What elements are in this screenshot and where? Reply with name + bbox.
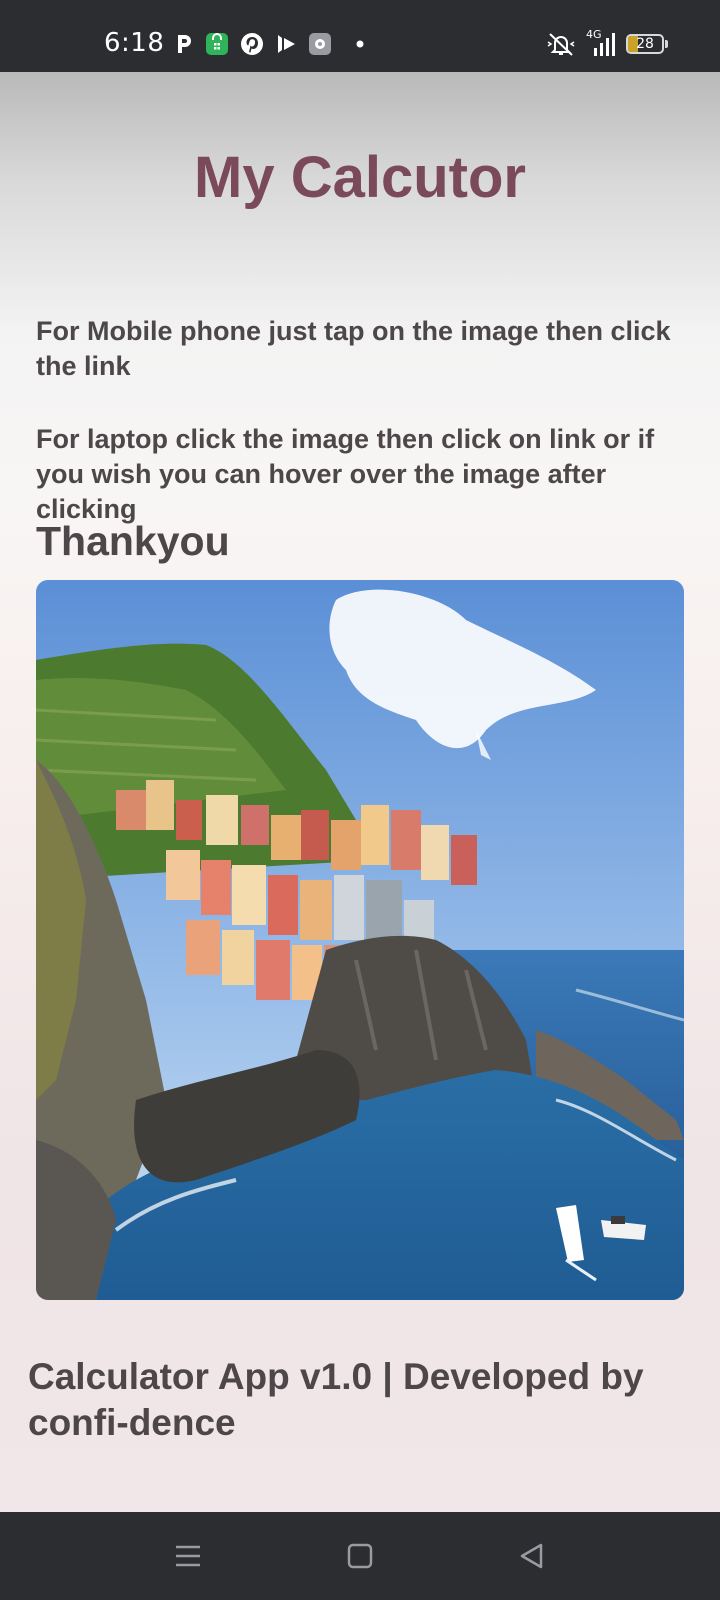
thankyou-heading: Thankyou bbox=[36, 518, 230, 564]
play-app-icon bbox=[278, 35, 295, 53]
status-right-group: 4G 28 bbox=[546, 28, 668, 58]
settings-app-icon bbox=[309, 33, 331, 55]
coastal-village-photo[interactable] bbox=[36, 580, 684, 1300]
page-title: My Calcutor bbox=[194, 145, 526, 210]
battery-icon: 28 bbox=[626, 34, 668, 54]
status-time: 6:18 bbox=[104, 28, 165, 58]
menu-icon[interactable] bbox=[170, 1538, 206, 1574]
pinterest-icon bbox=[241, 33, 263, 55]
mute-icon bbox=[547, 33, 575, 56]
signal-icon: 4G bbox=[586, 28, 616, 58]
photo-illustration bbox=[36, 580, 684, 1300]
shopping-bag-icon bbox=[206, 33, 228, 55]
status-bar: 6:18 4G 28 bbox=[0, 0, 720, 72]
page-content: My Calcutor For Mobile phone just tap on… bbox=[0, 72, 720, 1512]
navigation-bar bbox=[0, 1512, 720, 1600]
footer-text: Calculator App v1.0 | Developed by confi… bbox=[28, 1356, 644, 1443]
laptop-instructions: For laptop click the image then click on… bbox=[36, 424, 655, 524]
battery-level: 28 bbox=[636, 36, 654, 52]
home-icon[interactable] bbox=[342, 1538, 378, 1574]
mobile-instructions: For Mobile phone just tap on the image t… bbox=[36, 316, 671, 381]
back-icon[interactable] bbox=[514, 1538, 550, 1574]
p-app-icon bbox=[178, 35, 191, 53]
dot-icon bbox=[356, 40, 364, 48]
